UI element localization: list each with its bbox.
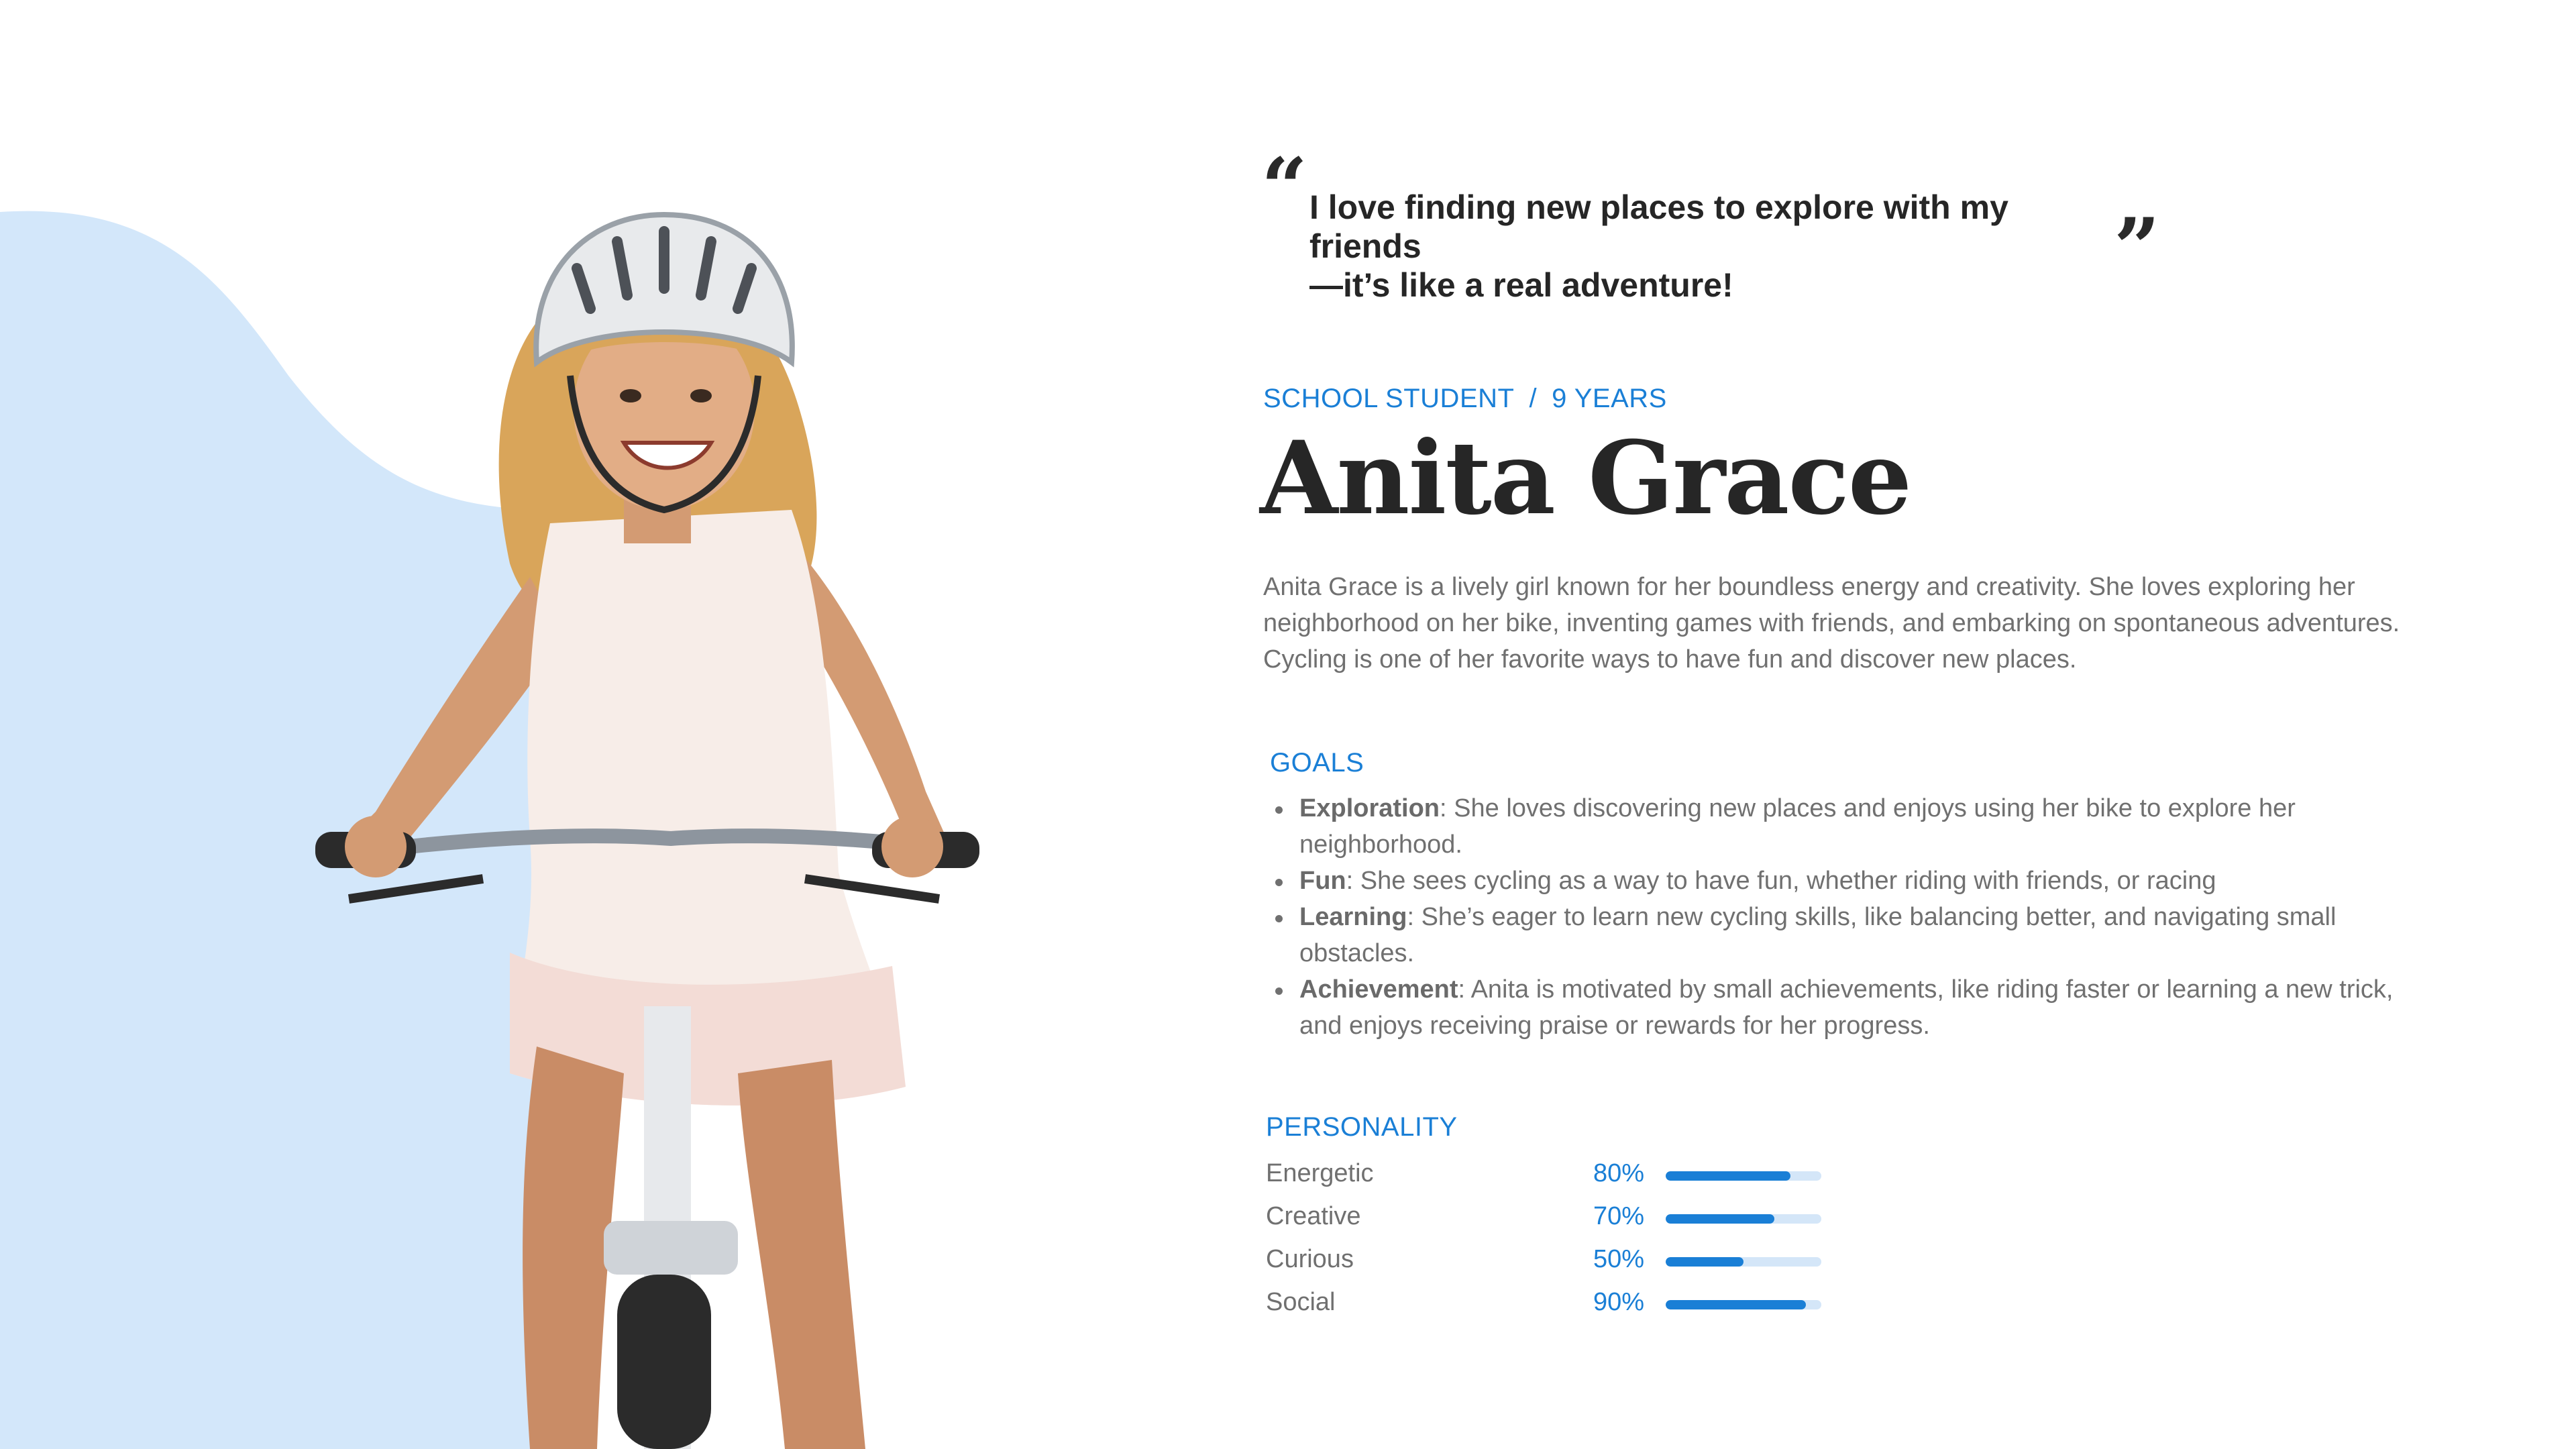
close-quote-icon: ” bbox=[2113, 201, 2160, 295]
trait-row: Social 90% bbox=[1266, 1284, 1870, 1327]
goal-label: Exploration bbox=[1299, 794, 1440, 822]
goal-label: Fun bbox=[1299, 867, 1346, 895]
goal-label: Learning bbox=[1299, 903, 1407, 931]
goal-item: Achievement: Anita is motivated by small… bbox=[1270, 971, 2424, 1044]
trait-label: Creative bbox=[1266, 1202, 1361, 1230]
trait-value: 50% bbox=[1593, 1245, 1645, 1273]
hero-illustration bbox=[0, 211, 979, 1449]
persona-name: Anita Grace bbox=[1260, 419, 1912, 537]
testimonial-quote: “ I love finding new places to explore w… bbox=[1261, 148, 2200, 305]
trait-progress-fill bbox=[1666, 1300, 1806, 1309]
quote-text: I love finding new places to explore wit… bbox=[1309, 188, 2114, 305]
trait-progress-track bbox=[1666, 1214, 1821, 1224]
goal-text: : She’s eager to learn new cycling skill… bbox=[1299, 903, 2337, 967]
goals-heading: GOALS bbox=[1270, 748, 1364, 777]
hero-visual bbox=[0, 0, 1140, 1449]
trait-progress-track bbox=[1666, 1300, 1821, 1309]
personality-heading: PERSONALITY bbox=[1266, 1112, 1458, 1142]
trait-row: Curious 50% bbox=[1266, 1241, 1870, 1284]
trait-progress-fill bbox=[1666, 1171, 1790, 1181]
trait-row: Energetic 80% bbox=[1266, 1155, 1870, 1198]
background-blob bbox=[0, 211, 550, 1449]
role-line: SCHOOL STUDENT / 9 YEARS bbox=[1263, 384, 1667, 414]
open-quote-icon: “ bbox=[1261, 140, 1308, 235]
persona-description: Anita Grace is a lively girl known for h… bbox=[1263, 573, 2400, 674]
trait-row: Creative 70% bbox=[1266, 1198, 1870, 1241]
trait-progress-fill bbox=[1666, 1257, 1743, 1267]
trait-value: 90% bbox=[1593, 1288, 1645, 1316]
goal-item: Exploration: She loves discovering new p… bbox=[1270, 790, 2424, 863]
goals-list: Exploration: She loves discovering new p… bbox=[1270, 790, 2424, 1044]
role-separator: / bbox=[1529, 384, 1538, 413]
trait-progress-track bbox=[1666, 1171, 1821, 1181]
role-label: SCHOOL STUDENT bbox=[1263, 384, 1515, 413]
goal-text: : She loves discovering new places and e… bbox=[1299, 794, 2296, 859]
goal-text: : She sees cycling as a way to have fun,… bbox=[1346, 867, 2216, 895]
quote-line-2: —it’s like a real adventure! bbox=[1309, 266, 1733, 304]
personality-traits: Energetic 80% Creative 70% Curious 50% S… bbox=[1266, 1155, 1870, 1327]
goal-label: Achievement bbox=[1299, 975, 1458, 1004]
trait-progress-track bbox=[1666, 1257, 1821, 1267]
quote-line-1: I love finding new places to explore wit… bbox=[1309, 189, 2008, 265]
age-label: 9 YEARS bbox=[1552, 384, 1667, 413]
goal-text: : Anita is motivated by small achievemen… bbox=[1299, 975, 2394, 1040]
trait-label: Social bbox=[1266, 1288, 1336, 1316]
goal-item: Fun: She sees cycling as a way to have f… bbox=[1270, 863, 2424, 899]
goal-item: Learning: She’s eager to learn new cycli… bbox=[1270, 899, 2424, 971]
trait-value: 80% bbox=[1593, 1159, 1645, 1187]
trait-label: Curious bbox=[1266, 1245, 1354, 1273]
trait-value: 70% bbox=[1593, 1202, 1645, 1230]
trait-label: Energetic bbox=[1266, 1159, 1374, 1187]
trait-progress-fill bbox=[1666, 1214, 1775, 1224]
